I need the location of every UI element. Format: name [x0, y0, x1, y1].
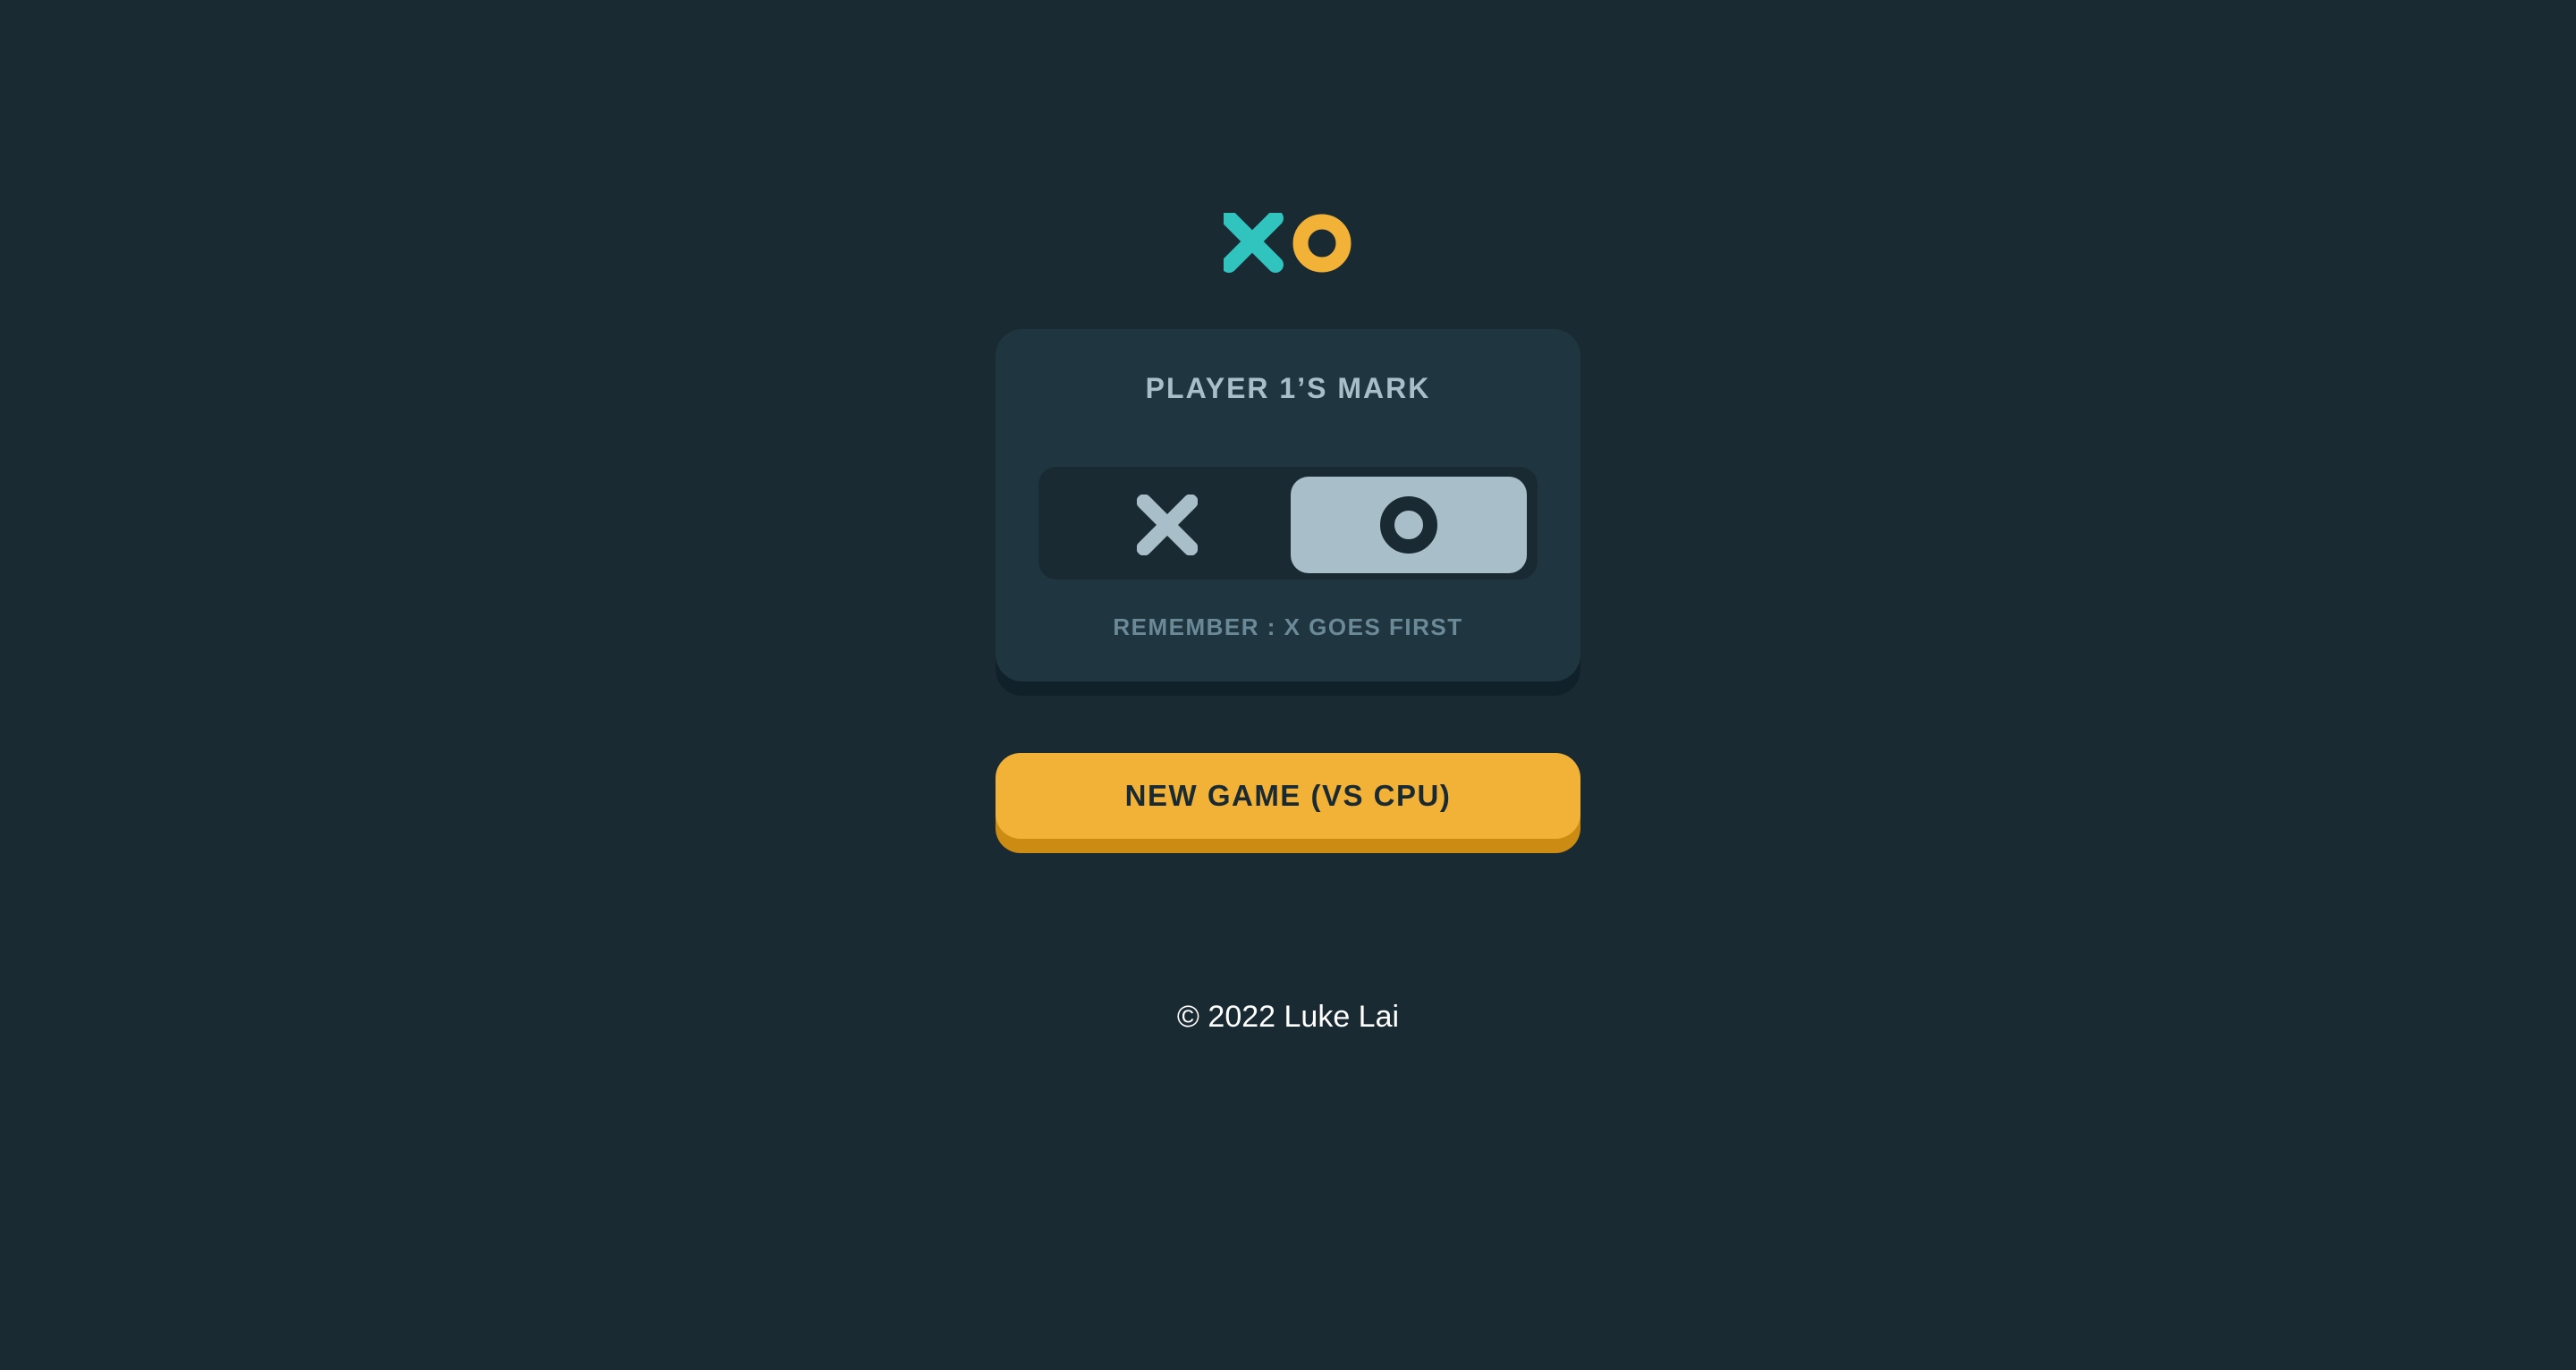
mark-picker-note: REMEMBER : X GOES FIRST — [1113, 613, 1463, 640]
o-mark-icon — [1380, 496, 1437, 554]
game-menu-page: PLAYER 1’S MARK REMEMBER : X GOES FIRST … — [0, 0, 2576, 1370]
x-mark-icon — [1137, 495, 1198, 555]
mark-option-x[interactable] — [1049, 477, 1285, 573]
logo — [1224, 213, 1352, 274]
o-mark-icon — [1292, 214, 1352, 273]
new-game-vs-cpu-button[interactable]: NEW GAME (VS CPU) — [996, 753, 1580, 839]
x-mark-icon — [1224, 213, 1284, 273]
mark-toggle — [1038, 467, 1538, 579]
mark-option-o[interactable] — [1291, 477, 1527, 573]
mark-picker-title: PLAYER 1’S MARK — [1145, 372, 1431, 404]
mark-picker-card: PLAYER 1’S MARK REMEMBER : X GOES FIRST — [996, 329, 1580, 681]
copyright-footer: © 2022 Luke Lai — [1176, 1000, 1400, 1034]
